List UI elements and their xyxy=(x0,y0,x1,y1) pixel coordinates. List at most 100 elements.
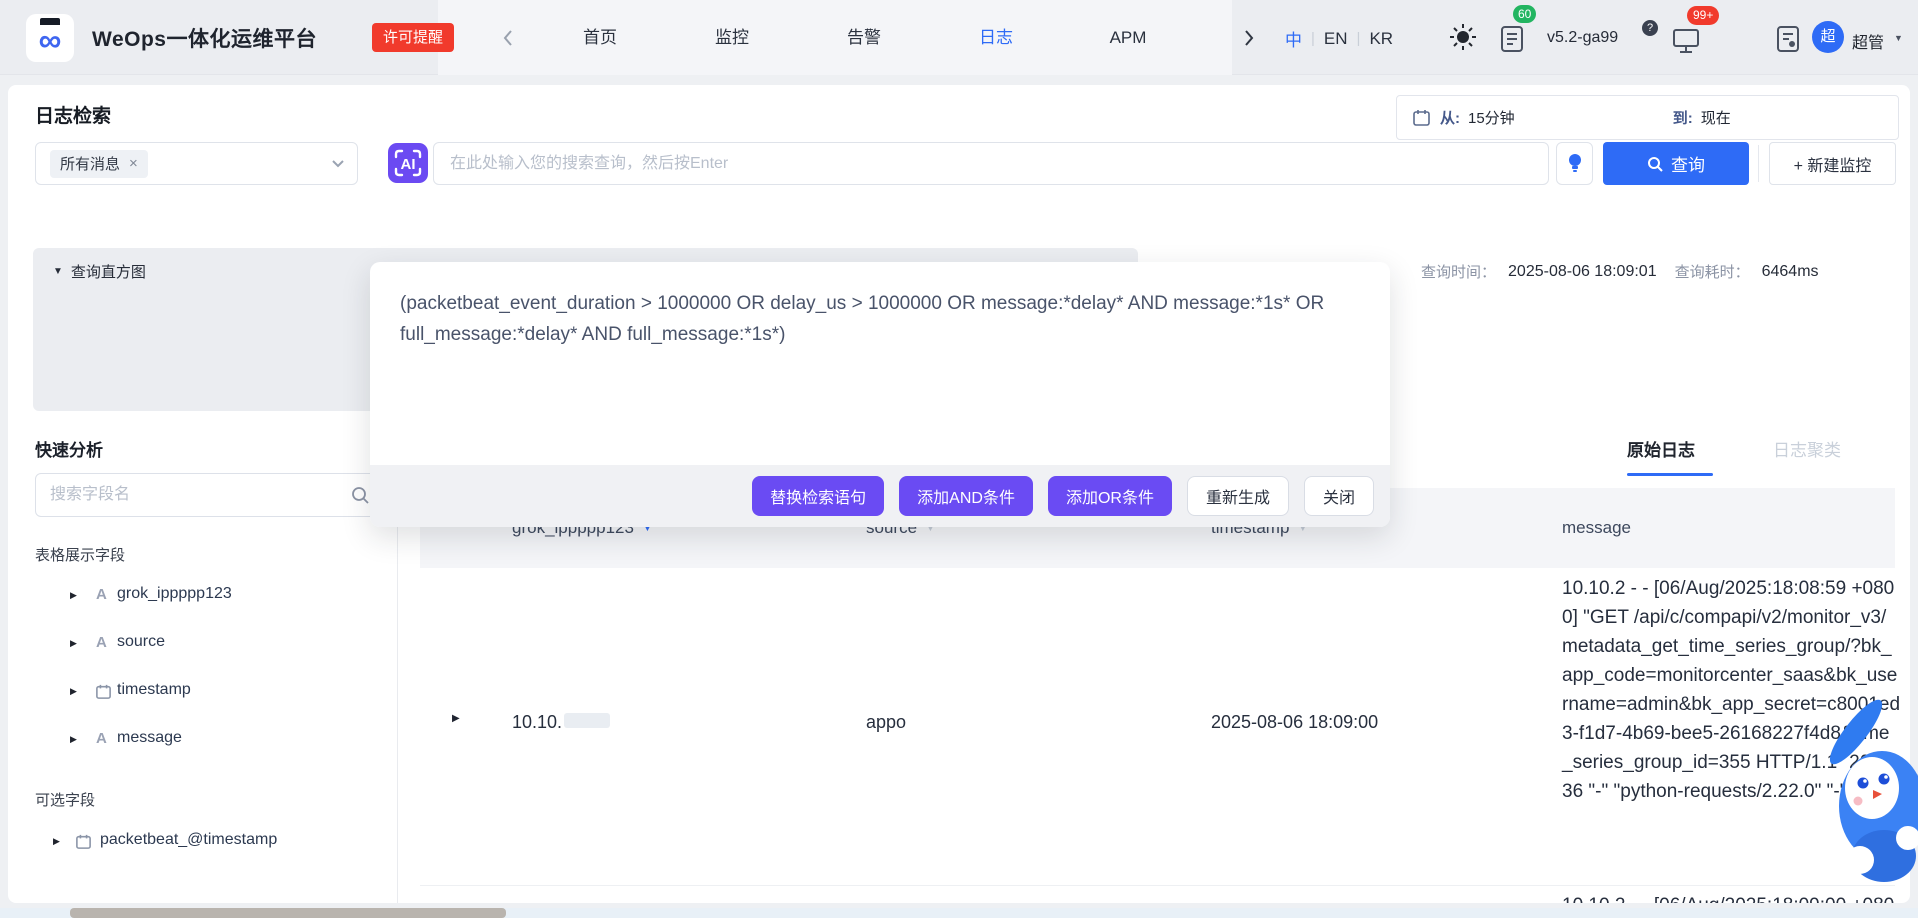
filter-tag-label: 所有消息 xyxy=(60,153,120,174)
tab-raw-logs[interactable]: 原始日志 xyxy=(1627,436,1695,461)
scrollbar-thumb[interactable] xyxy=(70,908,506,918)
infinity-icon: ∞ xyxy=(26,24,74,56)
field-item-message[interactable]: ▶ A message xyxy=(8,717,393,765)
query-time-label: 查询时间： xyxy=(1421,261,1496,282)
cell-grok-ip: 10.10. xyxy=(512,712,610,733)
from-value[interactable]: 15分钟 xyxy=(1468,107,1515,128)
add-or-condition-button[interactable]: 添加OR条件 xyxy=(1048,476,1172,516)
redaction-smudge xyxy=(564,713,610,728)
calendar-icon xyxy=(1413,109,1430,126)
field-name: grok_ippppp123 xyxy=(117,585,232,603)
new-monitor-label: + 新建监控 xyxy=(1794,152,1872,176)
nav-scroll-right-icon[interactable] xyxy=(1243,28,1255,48)
cell-message: 10.10.2 - - [06/Aug/2025:18:09:00 +0800]… xyxy=(1562,891,1900,903)
column-header-label: message xyxy=(1562,518,1631,538)
search-query-field xyxy=(433,142,1549,185)
audit-log-icon[interactable] xyxy=(1776,25,1800,53)
query-info-bar: 查询时间： 2025-08-06 18:09:01 查询耗时： 6464ms xyxy=(1421,261,1819,282)
field-name: timestamp xyxy=(117,681,191,699)
query-cost-label: 查询耗时： xyxy=(1675,261,1750,282)
row-divider xyxy=(420,885,1895,886)
field-search-input[interactable] xyxy=(35,473,381,517)
release-count-badge: 60 xyxy=(1513,5,1536,23)
calendar-icon xyxy=(96,684,111,699)
lang-separator: | xyxy=(1357,30,1361,47)
tab-log-clustering[interactable]: 日志聚类 xyxy=(1773,436,1841,461)
nav-item-monitor[interactable]: 监控 xyxy=(715,0,749,75)
cell-timestamp: 2025-08-06 18:09:00 xyxy=(1211,712,1378,733)
text-type-icon: A xyxy=(96,730,107,747)
expand-caret-icon[interactable]: ▶ xyxy=(70,638,77,649)
search-query-input[interactable] xyxy=(433,142,1549,185)
histogram-collapse-toggle[interactable]: ▼ 查询直方图 xyxy=(53,261,146,282)
add-and-condition-button[interactable]: 添加AND条件 xyxy=(899,476,1033,516)
close-popup-button[interactable]: 关闭 xyxy=(1304,476,1374,516)
field-name: message xyxy=(117,729,182,747)
hint-bulb-button[interactable] xyxy=(1556,142,1593,185)
field-item-grok[interactable]: ▶ A grok_ippppp123 xyxy=(8,573,393,621)
button-divider xyxy=(1758,145,1759,182)
calendar-icon xyxy=(76,834,91,849)
text-type-icon: A xyxy=(96,586,107,603)
ai-label: AI xyxy=(401,156,416,173)
version-help-icon[interactable]: ? xyxy=(1642,20,1658,36)
query-button[interactable]: 查询 xyxy=(1603,142,1749,185)
new-monitor-button[interactable]: + 新建监控 xyxy=(1769,142,1896,185)
expand-caret-icon[interactable]: ▶ xyxy=(70,734,77,745)
expand-caret-icon[interactable]: ▶ xyxy=(53,836,60,847)
release-notes-icon[interactable] xyxy=(1500,25,1524,53)
quick-analysis-title: 快速分析 xyxy=(35,436,103,461)
chevron-down-icon xyxy=(331,159,345,168)
collapse-caret-icon: ▼ xyxy=(53,266,63,277)
user-menu-caret-icon[interactable]: ▼ xyxy=(1894,33,1903,43)
nav-item-alert[interactable]: 告警 xyxy=(847,0,881,75)
nav-scroll-left-icon[interactable] xyxy=(502,28,514,48)
field-search xyxy=(35,473,381,517)
lang-separator: | xyxy=(1311,30,1315,47)
version-label: v5.2-ga99 xyxy=(1547,29,1618,47)
from-label: 从: xyxy=(1440,107,1460,128)
language-switcher: 中 | EN | KR xyxy=(1285,26,1393,51)
remove-tag-icon[interactable]: × xyxy=(129,155,138,172)
notification-count-badge: 99+ xyxy=(1687,6,1719,25)
lang-zh[interactable]: 中 xyxy=(1285,26,1302,51)
regenerate-button[interactable]: 重新生成 xyxy=(1187,476,1289,516)
lang-en[interactable]: EN xyxy=(1324,29,1348,49)
weops-logo[interactable]: ∞ xyxy=(26,14,74,62)
app-title: WeOps一体化运维平台 xyxy=(92,23,317,53)
field-name: source xyxy=(117,633,165,651)
horizontal-scrollbar xyxy=(0,908,1918,918)
to-value[interactable]: 现在 xyxy=(1701,107,1731,128)
field-item-source[interactable]: ▶ A source xyxy=(8,621,393,669)
theme-sun-icon[interactable] xyxy=(1449,23,1477,51)
column-header-message[interactable]: message xyxy=(1562,488,1631,568)
nav-item-log[interactable]: 日志 xyxy=(979,0,1013,75)
field-name: packetbeat_@timestamp xyxy=(100,831,277,849)
lang-kr[interactable]: KR xyxy=(1369,29,1393,49)
license-alert-badge[interactable]: 许可提醒 xyxy=(372,23,454,52)
optional-fields-title: 可选字段 xyxy=(35,789,95,810)
field-item-timestamp[interactable]: ▶ timestamp xyxy=(8,669,393,717)
notifications-icon[interactable] xyxy=(1672,28,1700,54)
user-name[interactable]: 超管 xyxy=(1852,29,1884,53)
selected-filter-tag: 所有消息 × xyxy=(50,150,148,178)
row-expand-icon[interactable]: ▶ xyxy=(452,713,460,724)
ai-assistant-button[interactable]: AI xyxy=(388,143,428,183)
ai-query-popup: (packetbeat_event_duration > 1000000 OR … xyxy=(370,262,1390,527)
query-cost-value: 6464ms xyxy=(1762,263,1819,281)
message-type-select[interactable]: 所有消息 × xyxy=(35,142,358,185)
assistant-mascot[interactable] xyxy=(1820,688,1918,888)
nav-item-apm[interactable]: APM xyxy=(1110,0,1147,75)
replace-query-button[interactable]: 替换检索语句 xyxy=(752,476,884,516)
lightbulb-icon xyxy=(1567,153,1583,174)
expand-caret-icon[interactable]: ▶ xyxy=(70,686,77,697)
user-avatar[interactable]: 超 xyxy=(1812,21,1844,53)
weops-app-window: ∞ WeOps一体化运维平台 许可提醒 首页 监控 告警 日志 APM 中 | … xyxy=(0,0,1918,918)
field-item-packetbeat-timestamp[interactable]: ▶ packetbeat_@timestamp xyxy=(8,819,393,867)
time-range-picker[interactable]: 从: 15分钟 到: 现在 xyxy=(1396,95,1899,140)
popup-footer: 替换检索语句 添加AND条件 添加OR条件 重新生成 关闭 xyxy=(370,465,1390,527)
generated-query-text[interactable]: (packetbeat_event_duration > 1000000 OR … xyxy=(370,262,1390,376)
expand-caret-icon[interactable]: ▶ xyxy=(70,590,77,601)
histogram-title: 查询直方图 xyxy=(71,261,146,282)
nav-item-home[interactable]: 首页 xyxy=(583,0,617,75)
